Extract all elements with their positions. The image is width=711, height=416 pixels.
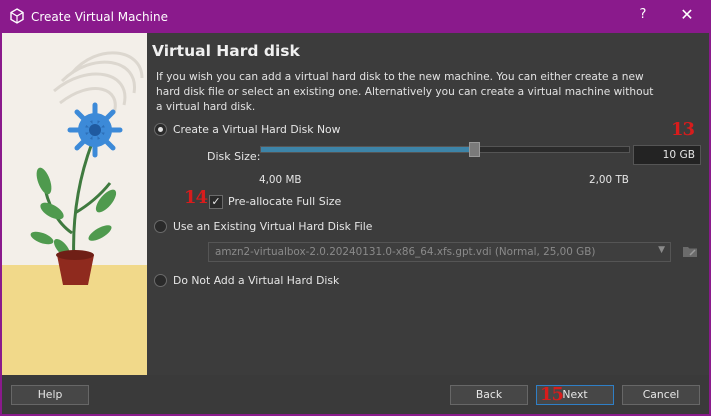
help-titlebar-button[interactable]: ? xyxy=(636,7,650,22)
preallocate-checkbox[interactable]: ✓ xyxy=(209,195,223,209)
close-button[interactable]: ✕ xyxy=(678,5,696,24)
no-disk-label[interactable]: Do Not Add a Virtual Hard Disk xyxy=(173,274,339,287)
chevron-down-icon: ▼ xyxy=(658,245,665,255)
slider-fill xyxy=(261,147,475,152)
create-disk-radio[interactable] xyxy=(154,123,167,136)
wizard-content: Virtual Hard disk If you wish you can ad… xyxy=(147,33,709,375)
flower-pot-illustration xyxy=(2,33,147,375)
dialog-client: Virtual Hard disk If you wish you can ad… xyxy=(2,33,709,414)
wizard-illustration xyxy=(2,33,147,375)
create-disk-label[interactable]: Create a Virtual Hard Disk Now xyxy=(173,123,340,136)
help-button[interactable]: Help xyxy=(11,385,89,405)
annotation-14: 14 xyxy=(184,187,208,208)
disk-size-label: Disk Size: xyxy=(207,150,261,163)
cancel-button[interactable]: Cancel xyxy=(622,385,700,405)
folder-browse-icon[interactable] xyxy=(681,242,699,260)
slider-max-label: 2,00 TB xyxy=(589,174,629,186)
virtualbox-cube-icon xyxy=(10,8,24,24)
page-title: Virtual Hard disk xyxy=(152,42,300,60)
annotation-13: 13 xyxy=(671,119,695,140)
existing-disk-label[interactable]: Use an Existing Virtual Hard Disk File xyxy=(173,220,372,233)
slider-min-label: 4,00 MB xyxy=(259,174,302,186)
existing-disk-value: amzn2-virtualbox-2.0.20240131.0-x86_64.x… xyxy=(215,246,596,258)
page-description: If you wish you can add a virtual hard d… xyxy=(156,71,654,113)
no-disk-radio[interactable] xyxy=(154,274,167,287)
dialog-footer: Help Back Next 15 Cancel xyxy=(2,375,709,414)
existing-disk-select[interactable]: amzn2-virtualbox-2.0.20240131.0-x86_64.x… xyxy=(208,242,671,262)
slider-handle[interactable] xyxy=(469,142,481,157)
existing-disk-radio[interactable] xyxy=(154,220,167,233)
disk-size-slider[interactable] xyxy=(260,142,630,157)
window-title: Create Virtual Machine xyxy=(31,10,168,24)
title-bar: Create Virtual Machine ? ✕ xyxy=(0,0,711,33)
disk-size-input[interactable]: 10 GB xyxy=(633,145,701,165)
back-button[interactable]: Back xyxy=(450,385,528,405)
annotation-15: 15 xyxy=(540,384,564,405)
preallocate-label[interactable]: Pre-allocate Full Size xyxy=(228,195,341,208)
